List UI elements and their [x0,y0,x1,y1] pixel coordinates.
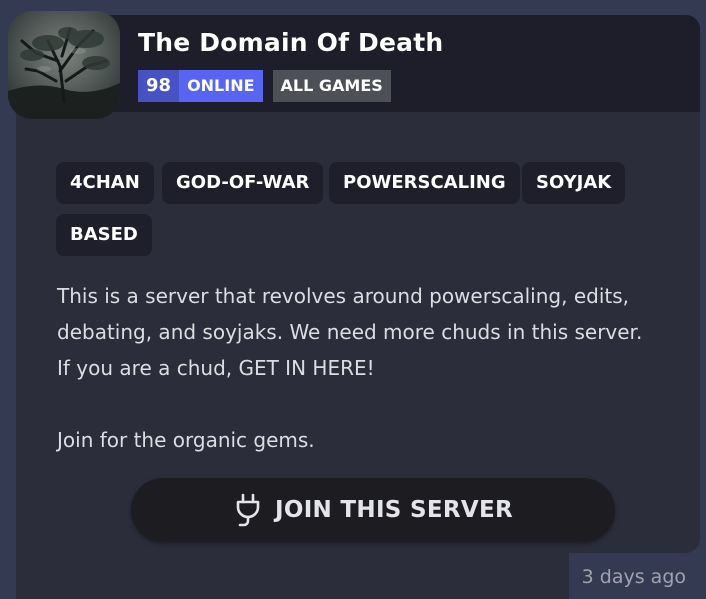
tag-4chan[interactable]: 4CHAN [56,162,154,204]
category-badge[interactable]: ALL GAMES [272,70,391,102]
tag-soyjak[interactable]: SOYJAK [522,162,626,204]
server-description: This is a server that revolves around po… [57,278,697,458]
description-line: debating, and soyjaks. We need more chud… [57,320,643,344]
online-label-badge: ONLINE [179,70,263,102]
plug-icon [236,493,260,527]
online-count-badge: 98 [138,70,180,102]
tag-powerscaling[interactable]: POWERSCALING [329,162,520,204]
message-timestamp: 3 days ago [581,566,686,588]
description-line: This is a server that revolves around po… [57,284,629,308]
description-line: Join for the organic gems. [57,428,315,452]
description-line: If you are a chud, GET IN HERE! [57,356,375,380]
dark-stormy-tree-icon [8,11,120,119]
server-avatar [8,11,120,119]
tag-god-of-war[interactable]: GOD-OF-WAR [162,162,324,204]
page: 4CHAN GOD-OF-WAR POWERSCALING SOYJAK BAS… [0,0,706,599]
join-server-button[interactable]: JOIN THIS SERVER [131,478,615,542]
join-button-label: JOIN THIS SERVER [274,497,513,523]
server-name[interactable]: The Domain Of Death [138,28,443,57]
tag-based[interactable]: BASED [56,214,152,256]
server-badges: 98 ONLINE ALL GAMES [138,70,391,102]
